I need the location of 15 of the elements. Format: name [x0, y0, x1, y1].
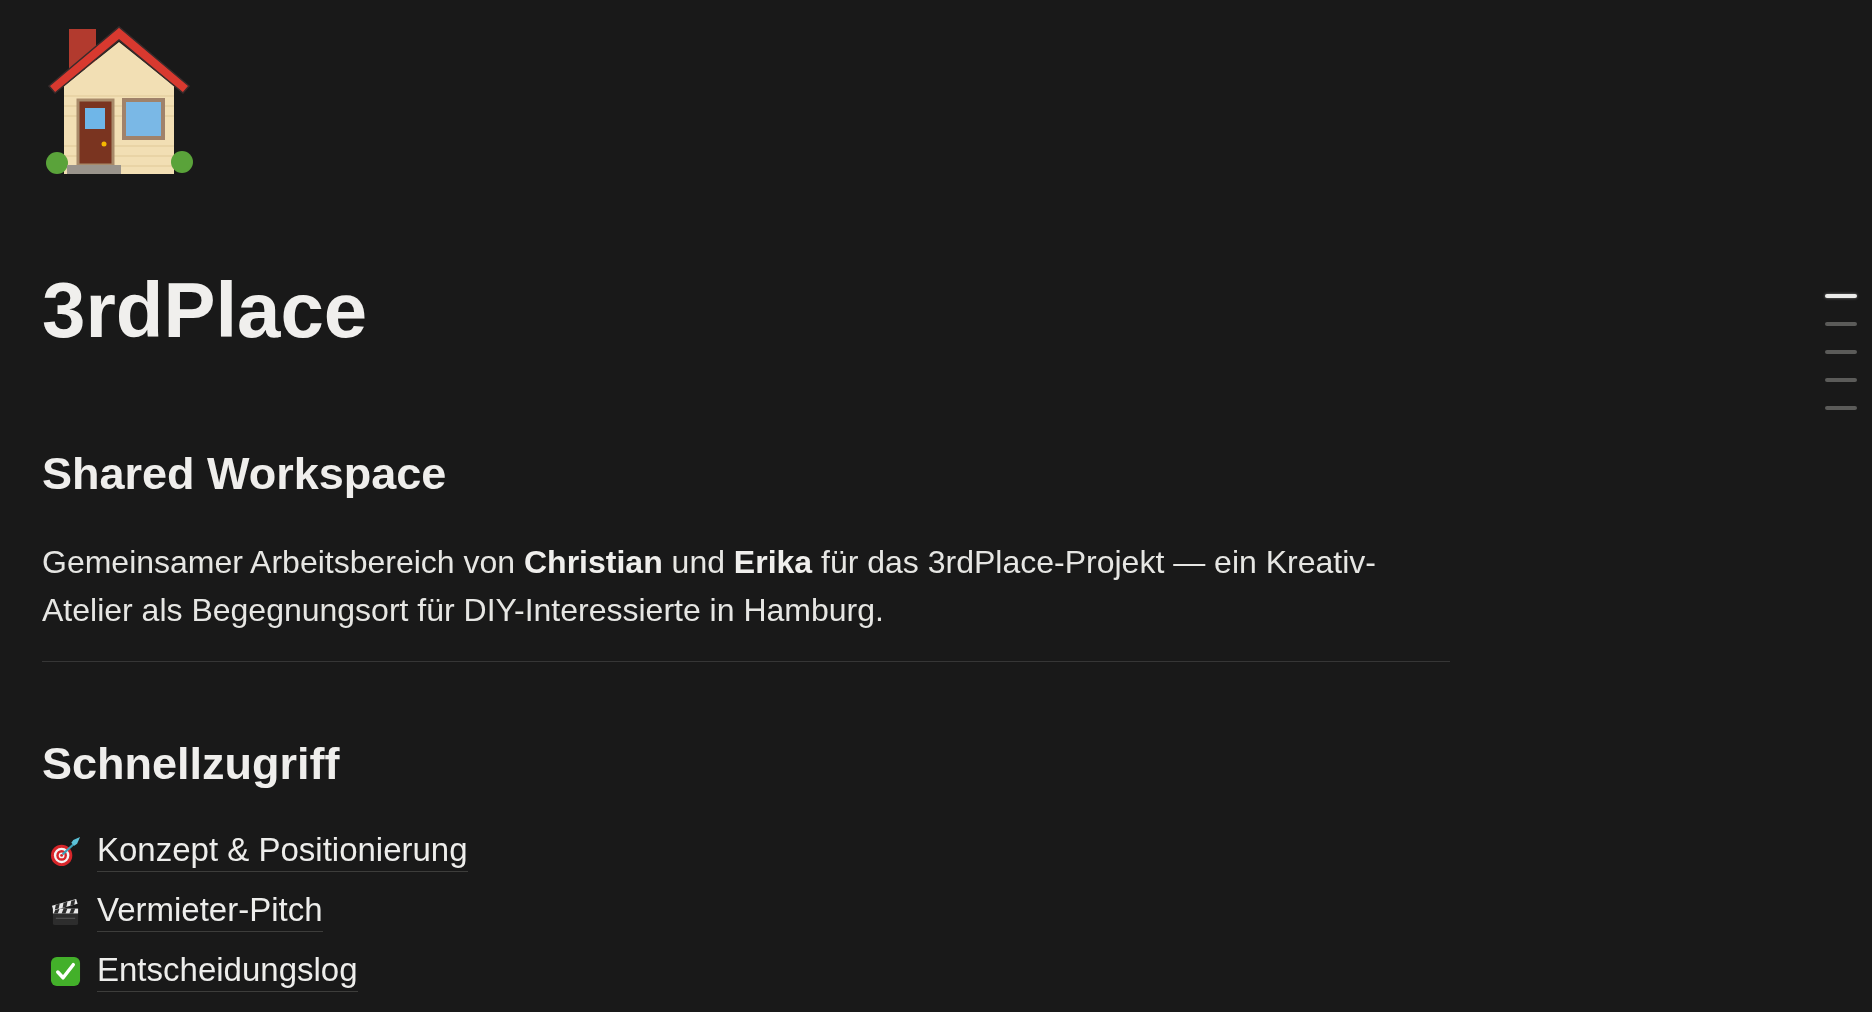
check-icon	[50, 955, 81, 987]
outline-marker[interactable]	[1825, 294, 1857, 298]
house-icon	[45, 26, 195, 176]
section-heading: Schnellzugriff	[42, 737, 340, 791]
target-icon	[50, 835, 81, 867]
outline-marker[interactable]	[1825, 350, 1857, 354]
page-link[interactable]: Vermieter-Pitch	[97, 889, 323, 933]
page-link[interactable]: Konzept & Positionierung	[97, 829, 468, 873]
outline-marker[interactable]	[1825, 378, 1857, 382]
intro-paragraph: Gemeinsamer Arbeitsbereich von Christian und Erika für das 3rdPlace-Projekt — ein Kreativ-Atelier als Begegnungsort für DIY-Interessierte in Hamburg.	[42, 543, 1377, 630]
outline-marker[interactable]	[1825, 322, 1857, 326]
page-title: 3rdPlace	[42, 265, 368, 356]
outline-marker[interactable]	[1825, 406, 1857, 410]
page-link[interactable]: Entscheidungslog	[97, 949, 358, 993]
section-heading: Shared Workspace	[42, 447, 447, 501]
